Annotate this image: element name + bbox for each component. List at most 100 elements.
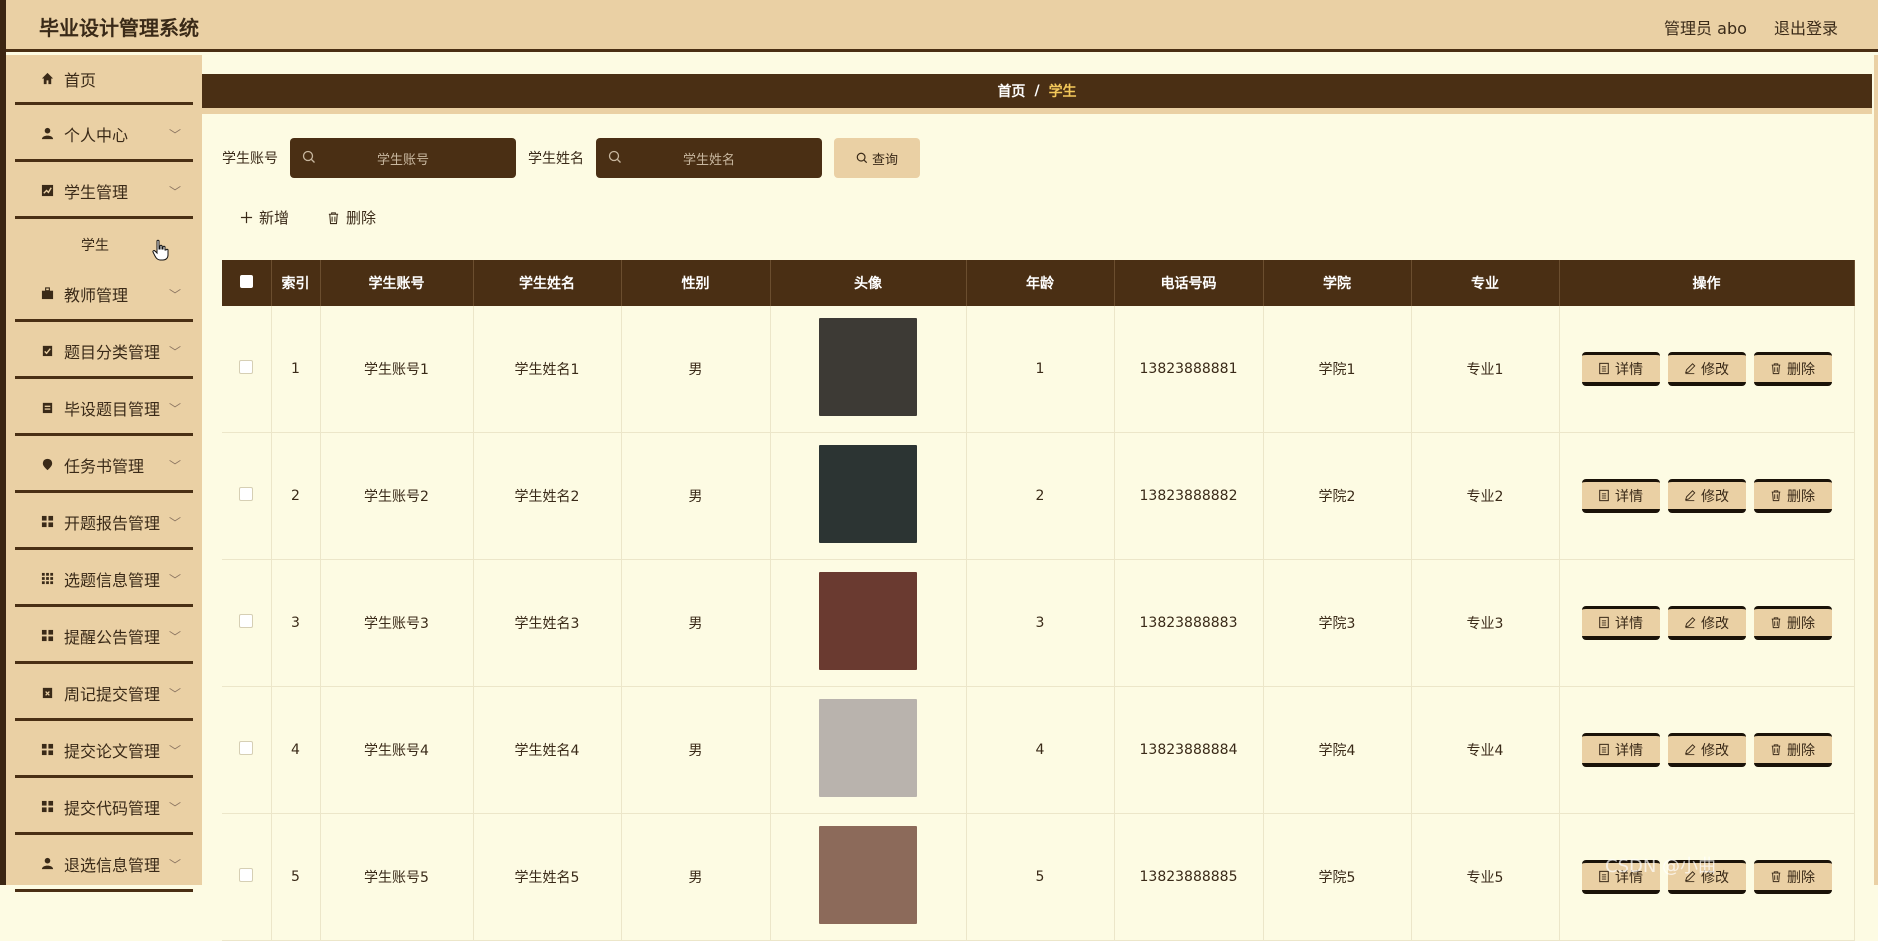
row-select-cell[interactable] xyxy=(222,813,272,941)
row-delete-button[interactable]: 删除 xyxy=(1753,733,1832,767)
action-toolbar: 新增 删除 xyxy=(240,207,414,228)
app-title: 毕业设计管理系统 xyxy=(39,16,199,40)
document-icon xyxy=(1599,616,1609,629)
detail-button-label: 详情 xyxy=(1615,615,1643,632)
chevron-down-icon: ﹀ xyxy=(168,185,181,199)
cell-name: 学生姓名1 xyxy=(473,306,622,433)
sidebar-item-topic-selection[interactable]: 选题信息管理 ﹀ xyxy=(15,553,193,607)
chevron-down-icon: ﹀ xyxy=(168,687,181,701)
cell-name: 学生姓名4 xyxy=(473,686,622,814)
logout-link[interactable]: 退出登录 xyxy=(1774,19,1838,38)
cell-avatar xyxy=(770,813,967,941)
cell-name: 学生姓名5 xyxy=(473,813,622,941)
edit-icon xyxy=(1685,617,1696,629)
detail-button[interactable]: 详情 xyxy=(1581,733,1660,767)
row-delete-button[interactable]: 删除 xyxy=(1753,479,1832,513)
detail-button[interactable]: 详情 xyxy=(1581,606,1660,640)
sidebar-item-label: 选题信息管理 xyxy=(64,570,161,590)
cell-gender: 男 xyxy=(621,306,771,433)
sidebar-item-withdrawal[interactable]: 退选信息管理 ﹀ xyxy=(15,838,193,892)
table-row: 2 学生账号2 学生姓名2 男 2 13823888882 学院2 专业2 详情 修改 删除 xyxy=(222,432,1855,560)
row-delete-button[interactable]: 删除 xyxy=(1753,352,1832,386)
row-checkbox[interactable] xyxy=(239,614,254,628)
user-icon xyxy=(40,127,54,141)
sidebar-item-label: 教师管理 xyxy=(64,285,129,305)
sidebar-item-personal-center[interactable]: 个人中心 ﹀ xyxy=(15,108,193,162)
detail-button-label: 详情 xyxy=(1615,742,1643,759)
edit-button[interactable]: 修改 xyxy=(1667,606,1746,640)
sidebar-item-thesis-topic[interactable]: 毕设题目管理 ﹀ xyxy=(15,382,193,436)
cell-phone: 13823888885 xyxy=(1114,813,1264,941)
chevron-down-icon: ﹀ xyxy=(168,801,181,815)
avatar xyxy=(819,826,917,924)
breadcrumb: 首页 / 学生 xyxy=(202,74,1872,114)
table-row: 3 学生账号3 学生姓名3 男 3 13823888883 学院3 专业3 详情 修改 删除 xyxy=(222,559,1855,687)
sidebar-item-code-submission[interactable]: 提交代码管理 ﹀ xyxy=(15,781,193,835)
cell-major: 专业5 xyxy=(1411,813,1560,941)
edit-button-label: 修改 xyxy=(1701,361,1729,378)
detail-button-label: 详情 xyxy=(1615,361,1643,378)
edit-button[interactable]: 修改 xyxy=(1667,352,1746,386)
name-search-input[interactable]: 学生姓名 xyxy=(596,138,822,178)
add-button[interactable]: 新增 xyxy=(240,207,289,228)
column-header-age: 年龄 xyxy=(966,260,1115,306)
row-select-cell[interactable] xyxy=(222,306,272,433)
sidebar-item-reminder-notice[interactable]: 提醒公告管理 ﹀ xyxy=(15,610,193,664)
row-delete-button[interactable]: 删除 xyxy=(1753,860,1832,894)
row-checkbox[interactable] xyxy=(239,741,254,755)
chevron-down-icon: ﹀ xyxy=(168,858,181,872)
cell-index: 1 xyxy=(271,306,321,433)
sidebar-item-teacher-management[interactable]: 教师管理 ﹀ xyxy=(15,268,193,322)
query-button-label: 查询 xyxy=(871,152,898,168)
grid-icon xyxy=(40,515,54,529)
detail-button[interactable]: 详情 xyxy=(1581,479,1660,513)
query-button[interactable]: 查询 xyxy=(834,138,920,178)
row-delete-button-label: 删除 xyxy=(1787,869,1815,886)
sidebar-item-thesis-submission[interactable]: 提交论文管理 ﹀ xyxy=(15,724,193,778)
select-all-header[interactable] xyxy=(222,260,272,306)
account-search-input[interactable]: 学生账号 xyxy=(290,138,516,178)
name-search-placeholder: 学生姓名 xyxy=(682,152,735,168)
delete-button[interactable]: 删除 xyxy=(327,207,376,228)
search-icon xyxy=(608,150,621,163)
sidebar-item-label: 周记提交管理 xyxy=(64,684,161,704)
sidebar-item-student-management[interactable]: 学生管理 ﹀ xyxy=(15,165,193,219)
cell-account: 学生账号4 xyxy=(320,686,474,814)
edit-button[interactable]: 修改 xyxy=(1667,733,1746,767)
edit-button[interactable]: 修改 xyxy=(1667,479,1746,513)
detail-button[interactable]: 详情 xyxy=(1581,352,1660,386)
row-checkbox[interactable] xyxy=(239,868,254,882)
row-select-cell[interactable] xyxy=(222,559,272,687)
row-select-cell[interactable] xyxy=(222,686,272,814)
trash-icon xyxy=(1771,744,1781,756)
row-checkbox[interactable] xyxy=(239,487,254,501)
scrollbar[interactable] xyxy=(1874,55,1878,885)
breadcrumb-current: 学生 xyxy=(1048,84,1077,100)
sidebar-item-label: 开题报告管理 xyxy=(64,513,161,533)
sidebar-item-label: 提醒公告管理 xyxy=(64,627,161,647)
chevron-down-icon: ﹀ xyxy=(168,573,181,587)
select-all-checkbox[interactable] xyxy=(239,274,253,288)
column-header-college: 学院 xyxy=(1263,260,1412,306)
table-row: 4 学生账号4 学生姓名4 男 4 13823888884 学院4 专业4 详情 修改 删除 xyxy=(222,686,1855,814)
delete-button-label: 删除 xyxy=(346,209,377,227)
row-select-cell[interactable] xyxy=(222,432,272,560)
sidebar-item-home[interactable]: 首页 xyxy=(15,55,193,105)
avatar xyxy=(819,445,917,543)
sidebar-item-weekly-report[interactable]: 周记提交管理 ﹀ xyxy=(15,667,193,721)
table-row: 1 学生账号1 学生姓名1 男 1 13823888881 学院1 专业1 详情 修改 删除 xyxy=(222,306,1855,433)
clipboard-icon xyxy=(40,344,54,358)
breadcrumb-home[interactable]: 首页 xyxy=(997,81,1025,101)
cell-age: 3 xyxy=(966,559,1115,687)
search-icon xyxy=(856,152,868,164)
account-search-placeholder: 学生账号 xyxy=(376,152,429,168)
sidebar-item-assignment[interactable]: 任务书管理 ﹀ xyxy=(15,439,193,493)
sidebar-item-proposal-report[interactable]: 开题报告管理 ﹀ xyxy=(15,496,193,550)
trash-icon xyxy=(1771,617,1781,629)
column-header-gender: 性别 xyxy=(621,260,771,306)
row-checkbox[interactable] xyxy=(239,360,254,374)
edit-icon xyxy=(1685,490,1696,502)
row-delete-button[interactable]: 删除 xyxy=(1753,606,1832,640)
trash-icon xyxy=(1771,363,1781,375)
sidebar-item-topic-category[interactable]: 题目分类管理 ﹀ xyxy=(15,325,193,379)
